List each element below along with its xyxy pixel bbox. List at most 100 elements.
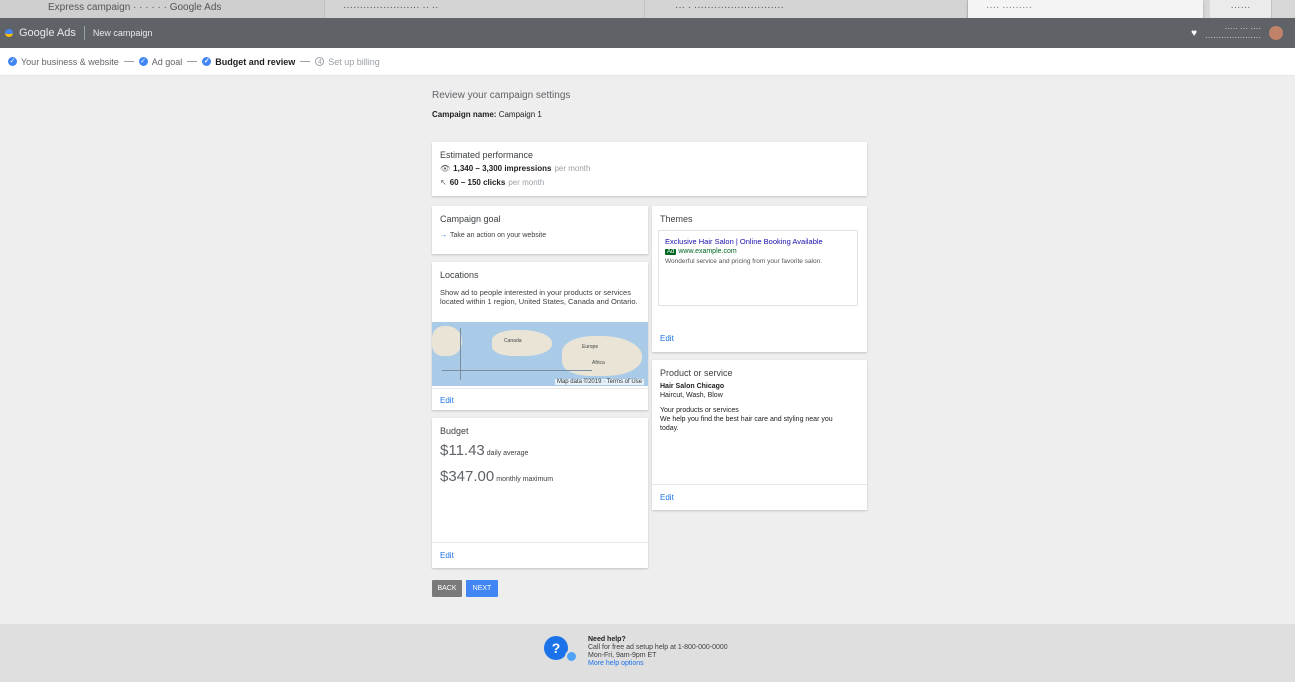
- step-ad-goal[interactable]: ✓ Ad goal: [138, 56, 183, 67]
- campaign-goal-card: Campaign goal → Take an action on your w…: [432, 206, 648, 254]
- map-label: Canada: [504, 338, 522, 344]
- header-subtitle: New campaign: [92, 28, 153, 38]
- monthly-label: monthly maximum: [496, 476, 554, 483]
- impressions-row: 👁 1,340 – 3,300 impressions per month: [440, 164, 590, 173]
- clicks-unit: per month: [508, 178, 545, 187]
- product-headline-line: We help you find the best hair care and …: [660, 416, 833, 423]
- account-line-1: ····· ··· ····: [1224, 24, 1261, 33]
- daily-budget: $11.43 daily average: [440, 442, 528, 459]
- help-line: Call for free ad setup help at 1-800-000…: [588, 644, 728, 651]
- browser-tab[interactable]: ······: [1210, 0, 1272, 18]
- account-area: ♥ ····· ··· ···· ·····················: [1191, 24, 1283, 42]
- step-connector: [123, 61, 134, 62]
- browser-tab[interactable]: ··· · ···························: [645, 0, 968, 18]
- edit-product-link[interactable]: Edit: [660, 493, 674, 502]
- help-title: Need help?: [588, 636, 626, 643]
- product-headline-line: today.: [660, 425, 679, 432]
- help-footer: ? Need help? Call for free ad setup help…: [0, 624, 1295, 682]
- themes-card: Themes Exclusive Hair Salon | Online Boo…: [652, 206, 867, 352]
- monthly-amount: $347.00: [440, 468, 495, 485]
- eye-icon: 👁: [440, 164, 451, 173]
- daily-label: daily average: [486, 450, 529, 457]
- card-title: Themes: [660, 214, 693, 224]
- help-line: Mon-Fri, 9am-9pm ET: [588, 652, 657, 659]
- card-title: Estimated performance: [440, 150, 534, 160]
- locations-card: Locations Show ad to people interested i…: [432, 262, 648, 410]
- card-divider: [432, 542, 648, 543]
- help-text: Need help? Call for free ad setup help a…: [588, 636, 728, 668]
- check-icon: ✓: [202, 57, 212, 66]
- impressions-value: 1,340 – 3,300 impressions: [453, 164, 552, 173]
- app-header: Google Ads New campaign ♥ ····· ··· ····…: [0, 18, 1295, 48]
- notifications-icon[interactable]: ♥: [1191, 28, 1197, 39]
- budget-card: Budget $11.43 daily average $347.00 mont…: [432, 418, 648, 568]
- campaign-name-value: Campaign 1: [498, 110, 542, 119]
- step-label: Set up billing: [328, 56, 380, 67]
- check-icon: ✓: [8, 57, 17, 66]
- clicks-value: 60 – 150 clicks: [449, 178, 506, 187]
- campaign-name-label: Campaign name:: [432, 110, 497, 119]
- product-name-line: Hair Salon Chicago: [660, 383, 725, 390]
- location-map[interactable]: Canada Europe Africa Map data ©2019 · Te…: [432, 322, 648, 386]
- impressions-unit: per month: [554, 164, 591, 173]
- account-info[interactable]: ····· ··· ···· ·····················: [1205, 24, 1261, 42]
- product-card: Product or service Hair Salon Chicago Ha…: [652, 360, 867, 510]
- card-title: Product or service: [660, 368, 733, 378]
- edit-locations-link[interactable]: Edit: [440, 396, 454, 405]
- card-title: Locations: [440, 270, 479, 280]
- brand-name: Google Ads: [19, 27, 76, 39]
- step-budget-review[interactable]: ✓ Budget and review: [202, 57, 295, 67]
- account-line-2: ·····················: [1205, 33, 1261, 42]
- daily-amount: $11.43: [440, 442, 485, 459]
- product-name-line: Haircut, Wash, Blow: [660, 392, 723, 399]
- step-connector: [187, 61, 198, 62]
- chat-icon: [565, 650, 578, 663]
- arrow-icon: →: [440, 232, 447, 239]
- ad-url: www.example.com: [678, 248, 737, 255]
- step-label: Budget and review: [215, 56, 296, 67]
- card-title: Budget: [440, 426, 469, 436]
- step-billing: 4 Set up billing: [315, 57, 380, 67]
- product-headline-line: Your products or services: [660, 407, 739, 414]
- locations-description: Show ad to people interested in your pro…: [440, 288, 638, 306]
- map-credit[interactable]: Map data ©2019 · Terms of Use: [554, 379, 644, 385]
- next-button[interactable]: NEXT: [466, 580, 498, 597]
- card-title: Campaign goal: [440, 214, 501, 224]
- map-land: [492, 330, 552, 356]
- edit-themes-link[interactable]: Edit: [660, 334, 674, 343]
- step-label: Your business & website: [21, 56, 119, 67]
- browser-tab[interactable]: Express campaign · · · · · · Google Ads: [0, 0, 325, 18]
- more-help-link[interactable]: More help options: [588, 660, 728, 668]
- clicks-row: ↖ 60 – 150 clicks per month: [440, 178, 544, 187]
- ad-url-row: Ad www.example.com: [665, 248, 851, 255]
- goal-row: → Take an action on your website: [440, 232, 546, 239]
- step-label: Ad goal: [151, 56, 183, 67]
- browser-tab[interactable]: ······················· ·· ··: [325, 0, 645, 18]
- google-ads-logo-icon: [5, 29, 13, 37]
- card-divider: [432, 388, 648, 389]
- step-number-icon: 4: [315, 57, 325, 66]
- check-icon: ✓: [138, 57, 148, 66]
- product-name: Hair Salon Chicago Haircut, Wash, Blow: [660, 382, 724, 400]
- browser-tab-strip: Express campaign · · · · · · Google Ads …: [0, 0, 1295, 22]
- product-headline: Your products or services We help you fi…: [660, 406, 860, 433]
- ad-description: Wonderful service and pricing from your …: [665, 258, 823, 265]
- map-land: [432, 326, 462, 356]
- ad-preview: Exclusive Hair Salon | Online Booking Av…: [658, 230, 858, 306]
- back-button[interactable]: BACK: [432, 580, 462, 597]
- avatar[interactable]: [1269, 26, 1283, 40]
- map-boundary: [460, 328, 461, 380]
- page-title: Review your campaign settings: [432, 90, 571, 101]
- ad-badge: Ad: [665, 248, 677, 255]
- map-label: Europe: [582, 344, 599, 350]
- main-content: Review your campaign settings Campaign n…: [0, 76, 1295, 624]
- progress-stepper: ✓ Your business & website ✓ Ad goal ✓ Bu…: [0, 48, 1295, 76]
- monthly-budget: $347.00 monthly maximum: [440, 468, 553, 485]
- step-business[interactable]: ✓ Your business & website: [8, 57, 119, 67]
- edit-budget-link[interactable]: Edit: [440, 551, 454, 560]
- header-divider: [83, 26, 85, 40]
- goal-value: Take an action on your website: [450, 232, 547, 239]
- estimate-card: Estimated performance 👁 1,340 – 3,300 im…: [432, 142, 867, 196]
- ad-headline: Exclusive Hair Salon | Online Booking Av…: [665, 237, 823, 246]
- cursor-icon: ↖: [440, 178, 447, 187]
